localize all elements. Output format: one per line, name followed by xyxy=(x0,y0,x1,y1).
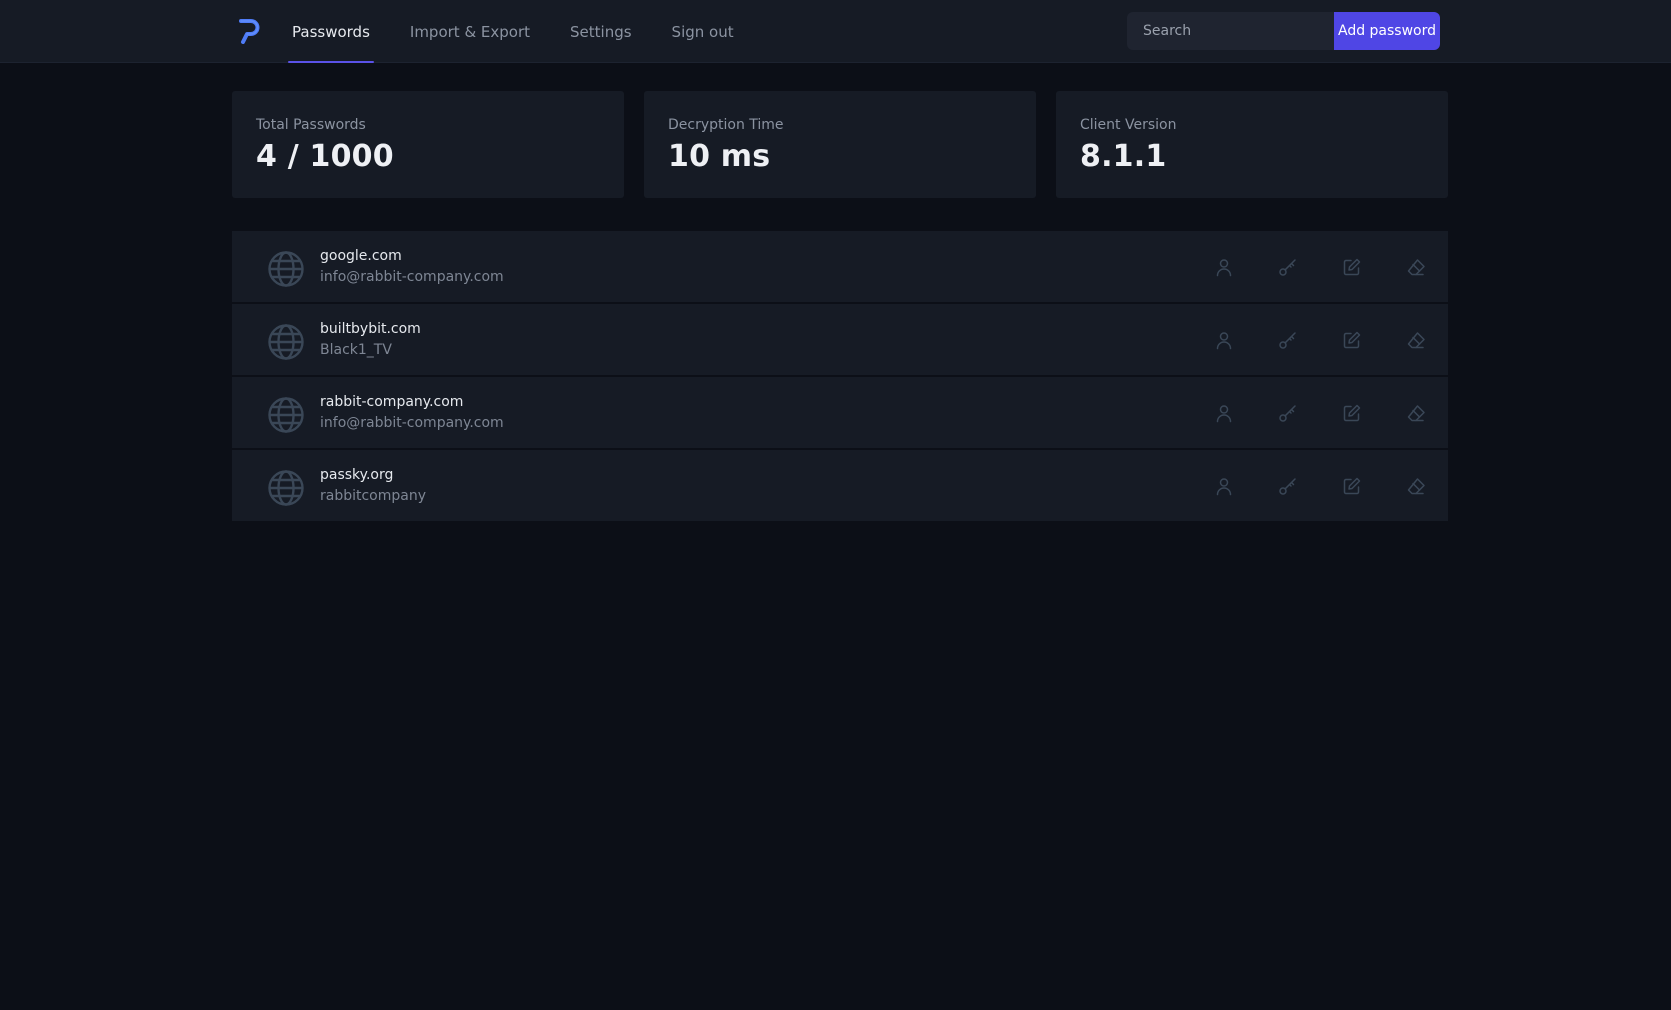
search-input[interactable] xyxy=(1127,12,1334,50)
nav-sign-out[interactable]: Sign out xyxy=(668,0,738,63)
user-icon xyxy=(1216,405,1232,423)
password-row-text: passky.org rabbitcompany xyxy=(320,467,426,504)
copy-username-button[interactable] xyxy=(1192,377,1256,449)
password-list: google.com info@rabbit-company.com built… xyxy=(232,231,1448,522)
copy-username-button[interactable] xyxy=(1192,304,1256,376)
key-icon xyxy=(1279,259,1296,276)
delete-password-button[interactable] xyxy=(1384,450,1448,522)
password-username: info@rabbit-company.com xyxy=(320,269,504,285)
copy-password-button[interactable] xyxy=(1256,450,1320,522)
search-bar: Add password xyxy=(1127,12,1440,50)
row-actions xyxy=(1192,450,1448,522)
user-icon xyxy=(1216,259,1232,277)
copy-password-button[interactable] xyxy=(1256,377,1320,449)
eraser-icon xyxy=(1407,332,1425,349)
password-username: Black1_TV xyxy=(320,342,392,358)
eraser-icon xyxy=(1407,478,1425,495)
nav-import-export-label: Import & Export xyxy=(409,22,531,41)
passky-logo-icon[interactable] xyxy=(238,18,260,44)
password-website[interactable]: passky.org xyxy=(320,467,426,483)
delete-password-button[interactable] xyxy=(1384,231,1448,303)
globe-icon xyxy=(268,470,304,506)
delete-password-button[interactable] xyxy=(1384,377,1448,449)
globe-icon xyxy=(268,324,304,360)
row-actions xyxy=(1192,231,1448,303)
add-password-button[interactable]: Add password xyxy=(1334,12,1440,50)
password-website[interactable]: builtbybit.com xyxy=(320,321,421,337)
password-username: rabbitcompany xyxy=(320,488,427,504)
stat-label: Client Version xyxy=(1080,117,1177,133)
globe-icon xyxy=(268,251,304,287)
stat-value: 8.1.1 xyxy=(1080,139,1167,174)
password-row-text: builtbybit.com Black1_TV xyxy=(320,321,421,358)
stat-label: Decryption Time xyxy=(668,117,784,133)
copy-password-button[interactable] xyxy=(1256,304,1320,376)
edit-password-button[interactable] xyxy=(1320,450,1384,522)
stats-row: Total Passwords 4 / 1000 Decryption Time… xyxy=(232,91,1448,198)
stat-card-total-passwords: Total Passwords 4 / 1000 xyxy=(232,91,624,198)
eraser-icon xyxy=(1407,405,1425,422)
nav-settings-label: Settings xyxy=(570,22,632,41)
nav-passwords[interactable]: Passwords xyxy=(288,0,374,63)
stat-label: Total Passwords xyxy=(256,117,366,133)
top-navigation-bar: Passwords Import & Export Settings Sign … xyxy=(0,0,1671,63)
key-icon xyxy=(1279,405,1296,422)
copy-username-button[interactable] xyxy=(1192,450,1256,522)
eraser-icon xyxy=(1407,259,1425,276)
stat-card-decryption-time: Decryption Time 10 ms xyxy=(644,91,1036,198)
edit-icon xyxy=(1343,258,1361,276)
edit-icon xyxy=(1343,404,1361,422)
delete-password-button[interactable] xyxy=(1384,304,1448,376)
password-row: passky.org rabbitcompany xyxy=(232,450,1448,522)
copy-username-button[interactable] xyxy=(1192,231,1256,303)
key-icon xyxy=(1279,478,1296,495)
globe-icon xyxy=(268,397,304,433)
password-website[interactable]: google.com xyxy=(320,248,504,264)
password-username: info@rabbit-company.com xyxy=(320,415,504,431)
edit-password-button[interactable] xyxy=(1320,231,1384,303)
nav-sign-out-label: Sign out xyxy=(671,22,734,41)
password-row-text: google.com info@rabbit-company.com xyxy=(320,248,504,285)
password-row: google.com info@rabbit-company.com xyxy=(232,231,1448,303)
edit-icon xyxy=(1343,477,1361,495)
edit-password-button[interactable] xyxy=(1320,304,1384,376)
copy-password-button[interactable] xyxy=(1256,231,1320,303)
stat-card-client-version: Client Version 8.1.1 xyxy=(1056,91,1448,198)
password-row-text: rabbit-company.com info@rabbit-company.c… xyxy=(320,394,504,431)
key-icon xyxy=(1279,332,1296,349)
row-actions xyxy=(1192,304,1448,376)
nav-settings[interactable]: Settings xyxy=(566,0,636,63)
password-website[interactable]: rabbit-company.com xyxy=(320,394,504,410)
stat-value: 4 / 1000 xyxy=(256,139,394,174)
edit-password-button[interactable] xyxy=(1320,377,1384,449)
nav-passwords-label: Passwords xyxy=(292,22,370,41)
user-icon xyxy=(1216,478,1232,496)
row-actions xyxy=(1192,377,1448,449)
user-icon xyxy=(1216,332,1232,350)
nav-import-export[interactable]: Import & Export xyxy=(406,0,534,63)
password-row: rabbit-company.com info@rabbit-company.c… xyxy=(232,377,1448,449)
password-row: builtbybit.com Black1_TV xyxy=(232,304,1448,376)
main-nav: Passwords Import & Export Settings Sign … xyxy=(288,0,770,63)
edit-icon xyxy=(1343,331,1361,349)
stat-value: 10 ms xyxy=(668,139,771,174)
